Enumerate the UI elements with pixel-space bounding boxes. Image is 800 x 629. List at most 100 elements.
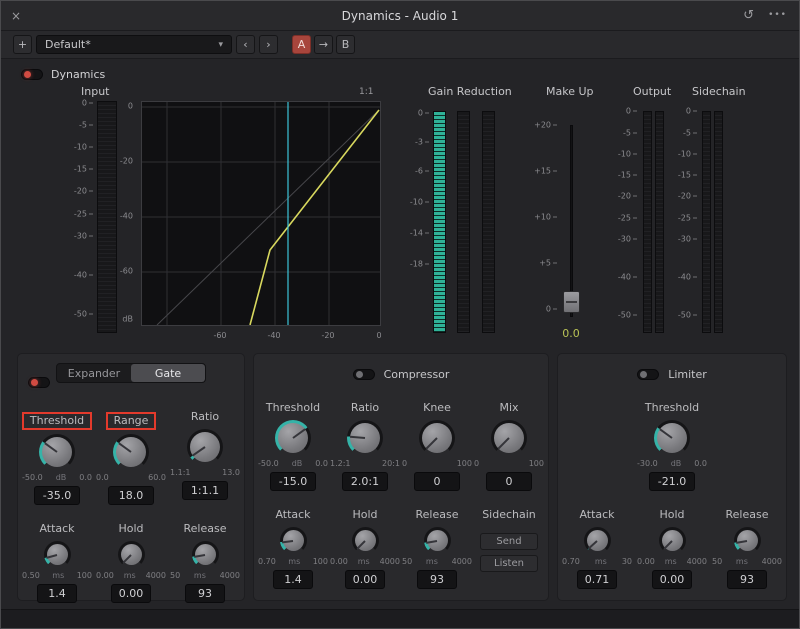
knob-pointer <box>292 428 305 438</box>
compressor-threshold-knob[interactable] <box>275 420 311 456</box>
limiter-hold-value[interactable]: 0.00 <box>652 570 692 589</box>
meters-section: Input Gain Reduction Make Up Output Side… <box>1 81 799 349</box>
toggle-dot <box>640 371 647 378</box>
title-bar: × Dynamics - Audio 1 ↺ ••• <box>1 1 799 31</box>
gain-reduction-bar <box>433 111 446 333</box>
reset-icon[interactable]: ↺ <box>743 9 754 22</box>
output-meter-bar-right <box>655 111 664 333</box>
gate-range-knob[interactable] <box>113 434 149 470</box>
gate-release-knob[interactable] <box>192 541 219 568</box>
ab-compare-group: A → B <box>292 35 355 54</box>
limiter-release-knob[interactable] <box>734 527 761 554</box>
limiter-release-control: Release 50ms4000 93 <box>711 507 783 589</box>
toggle-dot <box>24 71 31 78</box>
compressor-hold-control: Hold 0.00ms4000 0.00 <box>329 507 401 589</box>
next-button[interactable]: › <box>259 35 278 54</box>
gate-attack-knob[interactable] <box>44 541 71 568</box>
gain-reduction-label: Gain Reduction <box>428 85 512 98</box>
ab-b-button[interactable]: B <box>336 35 355 54</box>
preset-name: Default* <box>45 38 91 51</box>
limiter-attack-value[interactable]: 0.71 <box>577 570 617 589</box>
compressor-mix-knob[interactable] <box>491 420 527 456</box>
gate-range-value[interactable]: 18.0 <box>108 486 154 505</box>
limiter-release-value[interactable]: 93 <box>727 570 767 589</box>
compressor-sidechain-control: Sidechain Send Listen <box>473 507 545 589</box>
tab-gate[interactable]: Gate <box>131 364 205 382</box>
preset-bar: + Default* ▾ ‹ › A → B <box>1 31 799 59</box>
limiter-panel: Limiter Threshold -30.0dB0.0 -21.0 Attac… <box>557 353 787 601</box>
processor-panels: Expander Gate Threshold -50.0dB0.0 -35.0… <box>1 353 799 601</box>
dynamics-label: Dynamics <box>51 68 105 81</box>
compressor-mix-value[interactable]: 0 <box>486 472 532 491</box>
expander-gate-panel: Expander Gate Threshold -50.0dB0.0 -35.0… <box>17 353 245 601</box>
gate-range-label red-highlight: Range <box>106 412 157 430</box>
close-icon[interactable]: × <box>11 10 21 22</box>
gate-hold-label: Hold <box>95 521 167 538</box>
make-up-slider-track[interactable] <box>570 125 573 317</box>
limiter-power-toggle[interactable] <box>637 369 659 380</box>
compressor-power-toggle[interactable] <box>353 369 375 380</box>
compressor-attack-knob[interactable] <box>280 527 307 554</box>
gate-ratio-value[interactable]: 1:1.1 <box>182 481 228 500</box>
gate-power-toggle[interactable] <box>28 377 50 388</box>
dynamics-power-toggle[interactable] <box>21 69 43 80</box>
limiter-attack-knob[interactable] <box>584 527 611 554</box>
make-up-scale: +20+15+10+50 <box>527 123 557 315</box>
gate-attack-value[interactable]: 1.4 <box>37 584 77 603</box>
limiter-hold-knob[interactable] <box>659 527 686 554</box>
knob-pointer <box>426 437 438 449</box>
knob-pointer <box>46 554 57 559</box>
prev-button[interactable]: ‹ <box>236 35 255 54</box>
output-meter-scale: 0-5-10-15-20-25-30-40-50 <box>607 109 637 333</box>
gate-threshold-value[interactable]: -35.0 <box>34 486 80 505</box>
gate-threshold-knob[interactable] <box>39 434 75 470</box>
make-up-label: Make Up <box>546 85 594 98</box>
compressor-knee-knob[interactable] <box>419 420 455 456</box>
knob-pointer <box>498 437 510 449</box>
compressor-attack-value[interactable]: 1.4 <box>273 570 313 589</box>
limiter-row-2: Attack 0.70ms30 0.71 Hold 0.00ms4000 0.0… <box>558 507 786 589</box>
add-preset-button[interactable]: + <box>13 35 32 54</box>
limiter-title: Limiter <box>668 368 707 381</box>
toggle-dot <box>356 371 363 378</box>
compressor-threshold-value[interactable]: -15.0 <box>270 472 316 491</box>
compressor-attack-control: Attack 0.70ms100 1.4 <box>257 507 329 589</box>
compressor-mix-control: Mix 0100 0 <box>473 400 545 491</box>
gain-reduction-bar-2 <box>457 111 470 333</box>
limiter-threshold-knob[interactable] <box>654 420 690 456</box>
ab-a-button[interactable]: A <box>292 35 311 54</box>
sidechain-meter-bar-right <box>714 111 723 333</box>
gate-range-control: Range 0.060.0 18.0 <box>95 409 167 505</box>
gate-ratio-knob[interactable] <box>187 429 223 465</box>
compressor-row-1: Threshold -50.0dB0.0 -15.0 Ratio 1.2:120… <box>254 400 548 491</box>
gate-hold-knob[interactable] <box>118 541 145 568</box>
compressor-release-knob[interactable] <box>424 527 451 554</box>
compressor-threshold-control: Threshold -50.0dB0.0 -15.0 <box>257 400 329 491</box>
preset-dropdown[interactable]: Default* ▾ <box>36 35 232 54</box>
compressor-knee-value[interactable]: 0 <box>414 472 460 491</box>
sidechain-listen-button[interactable]: Listen <box>480 555 538 572</box>
gate-release-value[interactable]: 93 <box>185 584 225 603</box>
sidechain-meter-bar-left <box>702 111 711 333</box>
gate-release-control: Release 50ms4000 93 <box>169 521 241 603</box>
ab-copy-arrow-button[interactable]: → <box>314 35 333 54</box>
dynamics-enable-row: Dynamics <box>1 59 799 81</box>
options-menu-icon[interactable]: ••• <box>768 11 787 20</box>
gate-hold-control: Hold 0.00ms4000 0.00 <box>95 521 167 603</box>
knob-pointer <box>588 540 598 549</box>
limiter-hold-control: Hold 0.00ms4000 0.00 <box>636 507 708 589</box>
make-up-slider-handle[interactable] <box>563 291 580 313</box>
compressor-release-value[interactable]: 93 <box>417 570 457 589</box>
compressor-hold-value[interactable]: 0.00 <box>345 570 385 589</box>
limiter-threshold-value[interactable]: -21.0 <box>649 472 695 491</box>
tab-expander[interactable]: Expander <box>57 364 131 382</box>
graph-y-axis: 0 -20 -40 -60 dB <box>105 101 137 326</box>
sidechain-send-button[interactable]: Send <box>480 533 538 550</box>
make-up-value[interactable]: 0.0 <box>553 327 589 340</box>
compressor-ratio-knob[interactable] <box>347 420 383 456</box>
knob-pointer <box>282 540 293 543</box>
compressor-hold-knob[interactable] <box>352 527 379 554</box>
gate-ratio-control: Ratio 1.1:113.0 1:1.1 <box>169 409 241 505</box>
compressor-ratio-value[interactable]: 2.0:1 <box>342 472 388 491</box>
gate-hold-value[interactable]: 0.00 <box>111 584 151 603</box>
